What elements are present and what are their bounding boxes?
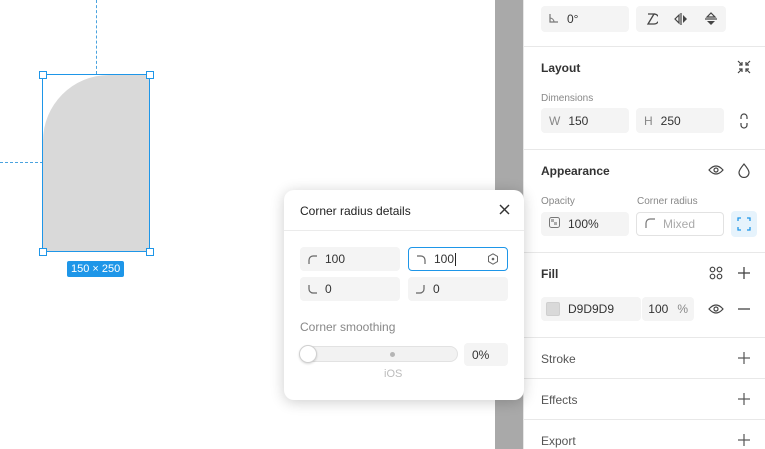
corner-smoothing-value-field[interactable]: 0% [464, 343, 508, 366]
angle-icon [549, 12, 559, 26]
corner-radius-popover: Corner radius details 100 100 0 0 Corner… [284, 190, 524, 400]
bottom-right-radius-value: 0 [433, 282, 440, 296]
layout-title: Layout [541, 61, 581, 75]
text-caret [455, 252, 457, 266]
fill-opacity-field[interactable]: 100 % [642, 297, 694, 321]
section-divider [524, 252, 765, 253]
popover-title: Corner radius details [300, 204, 411, 218]
section-divider [524, 149, 765, 150]
variable-icon[interactable] [487, 253, 499, 265]
opacity-label: Opacity [541, 196, 575, 207]
height-prefix: H [644, 113, 653, 128]
constrain-proportions-icon[interactable] [731, 108, 757, 134]
opacity-field[interactable]: 100% [541, 212, 629, 236]
top-left-radius-value: 100 [325, 252, 346, 266]
add-export-icon[interactable] [731, 427, 757, 449]
effects-title[interactable]: Effects [541, 393, 577, 407]
section-divider [524, 419, 765, 420]
corner-top-right-icon [417, 254, 426, 264]
fill-swatch[interactable] [546, 302, 560, 316]
corner-smoothing-label: Corner smoothing [300, 320, 396, 334]
corner-smoothing-value: 0% [472, 347, 490, 362]
stroke-title[interactable]: Stroke [541, 352, 576, 366]
height-field[interactable]: H 250 [636, 108, 724, 133]
corner-radius-icon [645, 217, 655, 231]
drop-icon[interactable] [731, 157, 757, 183]
vertical-guide [96, 0, 97, 74]
resize-handle-bottom-left[interactable] [39, 248, 47, 256]
width-field[interactable]: W 150 [541, 108, 629, 133]
ios-label: iOS [384, 368, 403, 380]
resize-handle-top-left[interactable] [39, 71, 47, 79]
eye-icon[interactable] [703, 157, 729, 183]
ios-preset-marker [390, 352, 395, 357]
rotation-field[interactable]: 0° [541, 6, 629, 32]
top-right-radius-value: 100 [434, 252, 455, 266]
export-title[interactable]: Export [541, 434, 576, 448]
corner-bottom-left-icon [308, 284, 317, 294]
slider-thumb[interactable] [299, 345, 317, 363]
fill-color-field[interactable]: D9D9D9 [541, 297, 641, 321]
width-value: 150 [568, 113, 589, 128]
resize-handle-bottom-right[interactable] [146, 248, 154, 256]
section-divider [524, 378, 765, 379]
add-stroke-icon[interactable] [731, 345, 757, 371]
corner-top-left-icon [308, 254, 317, 264]
collapse-icon[interactable] [731, 54, 757, 80]
add-effect-icon[interactable] [731, 386, 757, 412]
corner-smoothing-slider[interactable] [299, 345, 458, 363]
independent-corners-icon[interactable] [731, 211, 757, 237]
section-divider [524, 337, 765, 338]
fill-hex: D9D9D9 [568, 302, 615, 316]
fill-title: Fill [541, 267, 559, 281]
properties-panel: 0° Layout Dimensions W 150 H 250 Appeara… [523, 0, 765, 449]
top-left-radius-field[interactable]: 100 [300, 247, 400, 271]
opacity-value: 100% [568, 217, 599, 231]
remove-fill-icon[interactable] [731, 296, 757, 322]
corner-bottom-right-icon [416, 284, 425, 294]
fill-opacity-value: 100 [648, 302, 669, 316]
height-value: 250 [660, 113, 681, 128]
rotation-value: 0° [567, 12, 579, 26]
resize-handle-top-right[interactable] [146, 71, 154, 79]
styles-grid-icon[interactable] [703, 260, 729, 286]
fill-opacity-unit: % [677, 302, 688, 316]
add-fill-icon[interactable] [731, 260, 757, 286]
close-icon[interactable] [496, 201, 512, 217]
flip-horizontal-icon[interactable] [668, 6, 694, 32]
horizontal-guide [0, 162, 43, 163]
bottom-left-radius-field[interactable]: 0 [300, 277, 400, 301]
top-right-radius-field[interactable]: 100 [408, 247, 508, 271]
corner-radius-label: Corner radius [637, 196, 698, 207]
size-badge: 150 × 250 [67, 261, 125, 277]
rotate-90-icon[interactable] [638, 6, 664, 32]
flip-vertical-icon[interactable] [698, 6, 724, 32]
opacity-icon [549, 217, 560, 231]
section-divider [524, 46, 765, 47]
selection-box[interactable] [42, 74, 150, 252]
fill-visibility-icon[interactable] [703, 296, 729, 322]
dimensions-label: Dimensions [541, 93, 594, 104]
popover-divider [284, 230, 524, 231]
width-prefix: W [549, 113, 561, 128]
bottom-right-radius-field[interactable]: 0 [408, 277, 508, 301]
appearance-title: Appearance [541, 164, 610, 178]
corner-radius-value: Mixed [663, 217, 696, 231]
corner-radius-field[interactable]: Mixed [636, 212, 724, 236]
bottom-left-radius-value: 0 [325, 282, 332, 296]
